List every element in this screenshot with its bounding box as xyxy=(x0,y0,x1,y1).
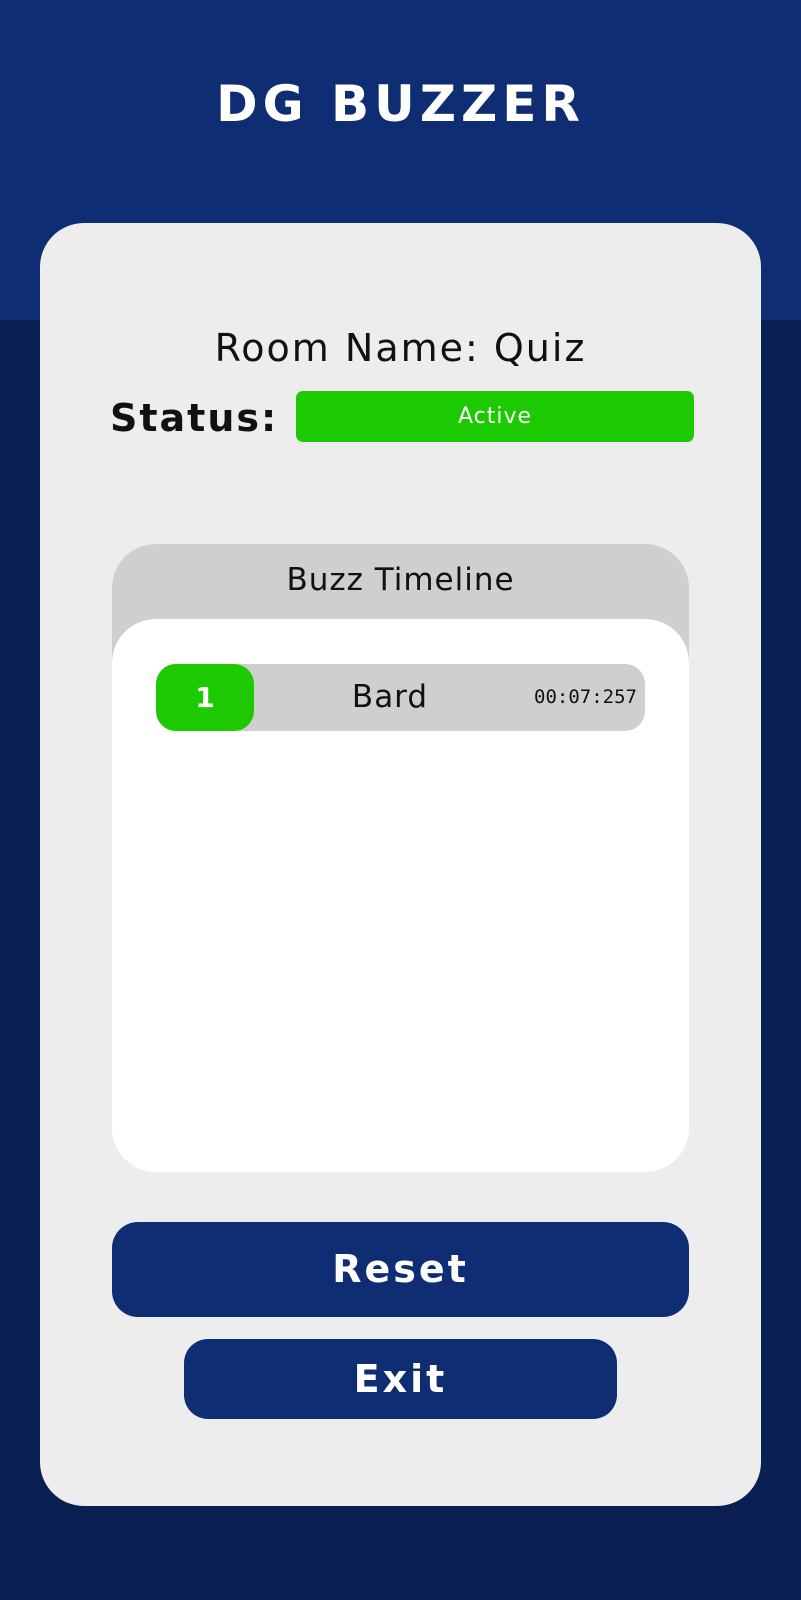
buzz-timeline-list: 1 Bard 00:07:257 xyxy=(112,619,689,1172)
room-card: Room Name: Quiz Status: Active Buzz Time… xyxy=(40,223,761,1506)
buzz-entry: 1 Bard 00:07:257 xyxy=(156,664,645,731)
app-title: DG BUZZER xyxy=(216,75,585,133)
buzz-player-name: Bard xyxy=(351,679,429,715)
status-badge: Active xyxy=(296,391,694,442)
room-name: Room Name: Quiz xyxy=(214,326,587,370)
buzz-rank-badge: 1 xyxy=(156,664,254,731)
exit-button[interactable]: Exit xyxy=(184,1339,617,1419)
reset-button[interactable]: Reset xyxy=(112,1222,689,1317)
buzz-time: 00:07:257 xyxy=(534,686,637,708)
status-label: Status: xyxy=(110,396,279,440)
buzz-timeline-title: Buzz Timeline xyxy=(286,562,515,598)
